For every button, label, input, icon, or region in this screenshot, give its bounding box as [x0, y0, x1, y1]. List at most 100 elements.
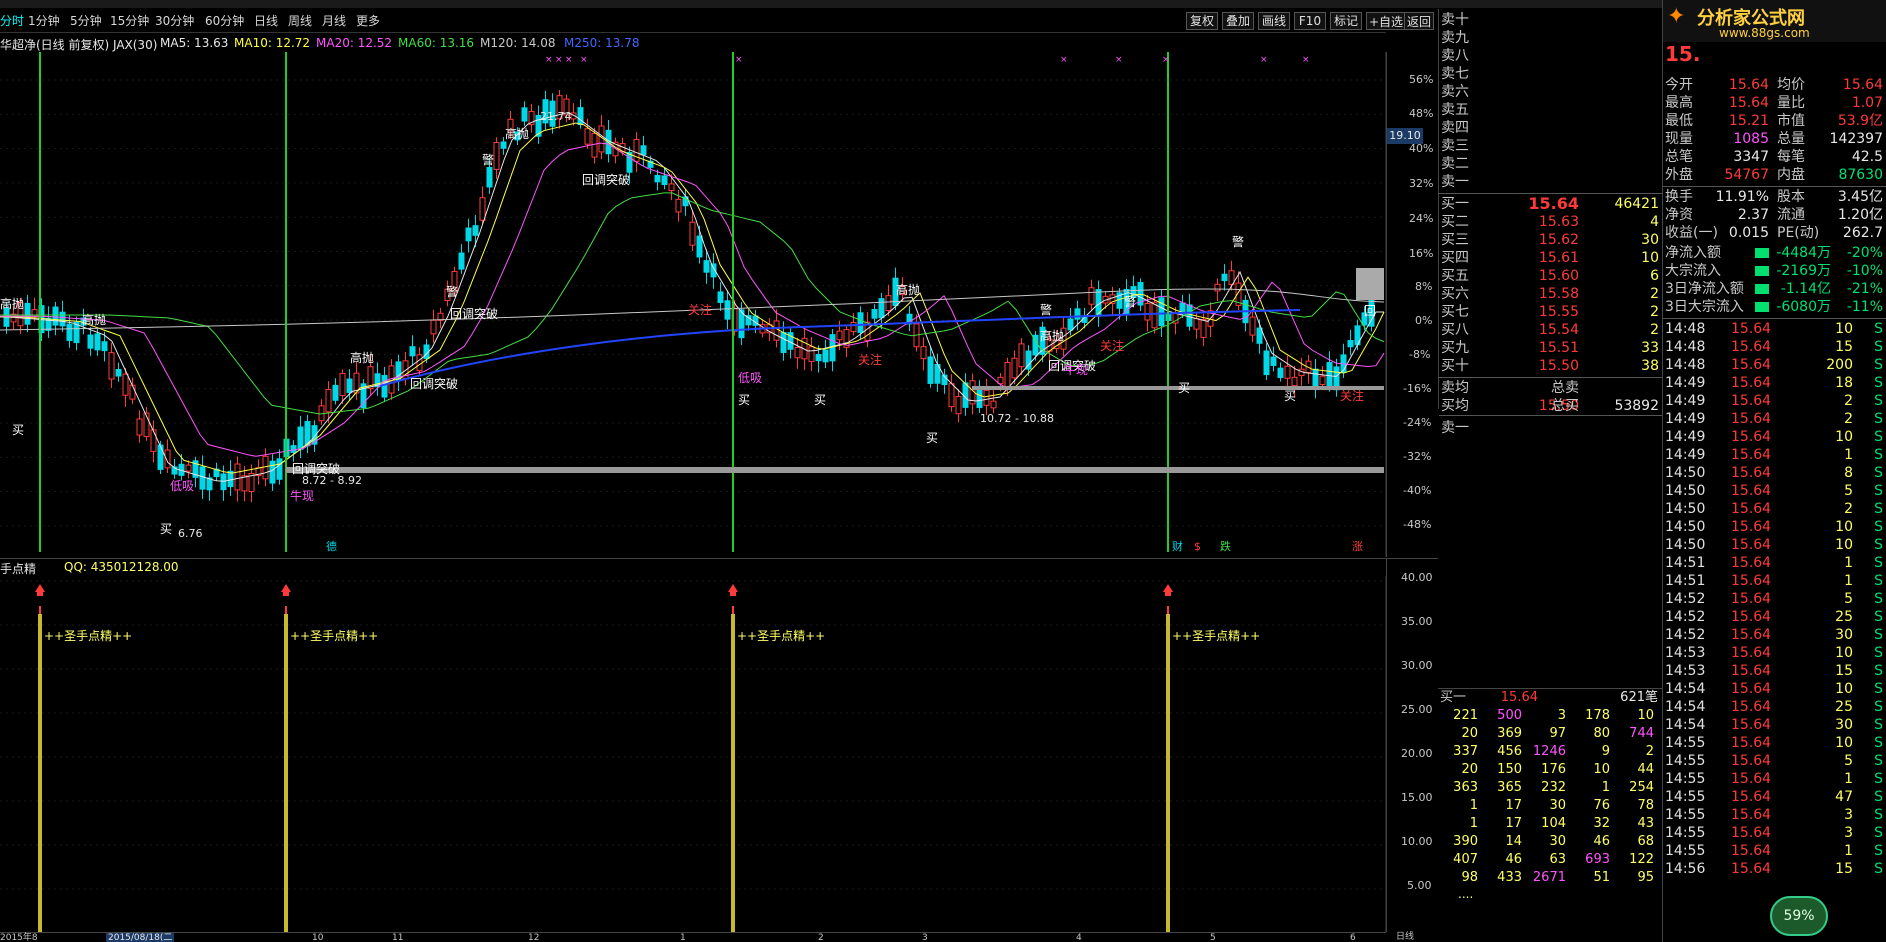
trade-cell: 2 [1645, 744, 1654, 759]
tick-time: 14:55 [1665, 825, 1706, 841]
signal-bar [284, 614, 288, 932]
tick-row: 14:49 15.64 18 S [1663, 374, 1886, 392]
axis-label: 15.00 [1401, 791, 1433, 804]
tick-side: S [1874, 717, 1883, 733]
tick-time: 14:52 [1665, 609, 1706, 625]
bid-row[interactable]: 买九 15.51 33 [1439, 339, 1663, 357]
stat-value2: 1.20亿 [1837, 207, 1883, 223]
restore-rights-button[interactable]: 复权 [1186, 12, 1218, 30]
candle-body [1291, 376, 1298, 387]
tab-1min[interactable]: 1分钟 [28, 12, 60, 30]
axis-label: -8% [1409, 348, 1431, 361]
ask-row[interactable]: 卖七 [1439, 65, 1663, 83]
trade-cell: 744 [1629, 726, 1654, 741]
bid-row[interactable]: 买十 15.50 38 [1439, 357, 1663, 375]
tab-30min[interactable]: 30分钟 [155, 12, 194, 30]
bid-row[interactable]: 买八 15.54 2 [1439, 321, 1663, 339]
tab-60min[interactable]: 60分钟 [205, 12, 244, 30]
stat-value2: 262.7 [1842, 225, 1883, 241]
ma60-label: MA60: 13.16 [398, 36, 475, 50]
flow-bar [1755, 302, 1769, 312]
candle-body [724, 300, 731, 320]
percent-badge[interactable]: 59% [1770, 896, 1828, 936]
event-mark: 德 [326, 539, 337, 553]
bid-row[interactable]: 买二 15.63 4 [1439, 213, 1663, 231]
ask-row[interactable]: 卖四 [1439, 119, 1663, 137]
ask-row[interactable]: 卖三 [1439, 137, 1663, 155]
bid-row[interactable]: 买六 15.58 2 [1439, 285, 1663, 303]
kline-chart[interactable]: 高抛高抛高抛高抛高抛高抛回调突破回调突破回调突破回调突破回调突破买买买 买买买买低… [0, 52, 1386, 557]
tick-side: S [1874, 681, 1883, 697]
candle-body [1004, 362, 1011, 390]
ask-row[interactable]: 卖五 [1439, 101, 1663, 119]
bid-volume: 6 [1650, 268, 1659, 284]
candle-body [1088, 287, 1095, 305]
tick-time: 14:51 [1665, 555, 1706, 571]
tick-time: 14:50 [1665, 537, 1706, 553]
bid-row[interactable]: 买三 15.62 30 [1439, 231, 1663, 249]
trade-cell: 43 [1637, 816, 1654, 831]
signal-label: 高抛 [896, 282, 920, 297]
add-watchlist-button[interactable]: +自选 [1366, 12, 1407, 30]
ask-row[interactable]: 卖一 [1439, 173, 1663, 191]
bid-row[interactable]: 买七 15.55 2 [1439, 303, 1663, 321]
tab-weekly[interactable]: 周线 [288, 12, 312, 30]
tick-volume: 3 [1844, 825, 1853, 841]
flow-row: 净流入额 -4484万 -20% [1663, 244, 1886, 262]
bid-row[interactable]: 买一 15.64 46421 [1439, 195, 1663, 213]
tick-volume: 47 [1835, 789, 1853, 805]
tick-price: 15.64 [1731, 861, 1772, 877]
top-marker: × [1115, 55, 1123, 65]
f10-button[interactable]: F10 [1294, 12, 1326, 30]
tab-5min[interactable]: 5分钟 [70, 12, 102, 30]
candle-body [1270, 356, 1277, 366]
tick-row: 14:50 15.64 10 S [1663, 518, 1886, 536]
signal-label: 高抛 [82, 312, 106, 327]
tab-more[interactable]: 更多 [356, 12, 380, 30]
candle-body [59, 311, 66, 327]
up-arrow-icon [1165, 592, 1171, 596]
ask-row[interactable]: 卖十 [1439, 11, 1663, 29]
tab-monthly[interactable]: 月线 [322, 12, 346, 30]
candle-body [1144, 303, 1151, 321]
ask-row[interactable]: 卖八 [1439, 47, 1663, 65]
draw-line-button[interactable]: 画线 [1258, 12, 1290, 30]
trade-cell: 10 [1637, 708, 1654, 723]
tick-side: S [1874, 429, 1883, 445]
tick-side: S [1874, 753, 1883, 769]
tab-fenshi[interactable]: 分时 [0, 12, 24, 30]
signal-chart[interactable]: ++圣手点精++ ++圣手点精++ ++圣手点精++ ++圣手点精++ [0, 576, 1386, 932]
overlay-button[interactable]: 叠加 [1222, 12, 1254, 30]
ask-row[interactable]: 卖九 [1439, 29, 1663, 47]
signal-label: 牛现 [1064, 362, 1088, 377]
candle-body [150, 429, 157, 452]
flow-pct: -10% [1846, 263, 1883, 279]
candle-body [1284, 365, 1291, 379]
tick-volume: 10 [1835, 735, 1853, 751]
tab-15min[interactable]: 15分钟 [110, 12, 149, 30]
flow-pct: -20% [1846, 245, 1883, 261]
mark-button[interactable]: 标记 [1330, 12, 1362, 30]
ask-row[interactable]: 卖六 [1439, 83, 1663, 101]
stat-label2: 总量 [1777, 131, 1805, 147]
bid-volume: 10 [1641, 250, 1659, 266]
stat-value2: 87630 [1838, 167, 1883, 183]
bid-label: 买四 [1441, 250, 1469, 266]
up-arrow-icon [35, 584, 45, 592]
trade-cell: 254 [1629, 780, 1654, 795]
tick-row: 14:49 15.64 10 S [1663, 428, 1886, 446]
stat-row: 最高 15.64 量比 1.07 [1663, 94, 1886, 112]
tick-row: 14:51 15.64 1 S [1663, 554, 1886, 572]
signal-label: 回调突破 [582, 172, 630, 187]
candle-body [1074, 308, 1081, 320]
signal-label: 关注 [688, 302, 712, 317]
bid-row[interactable]: 买四 15.61 10 [1439, 249, 1663, 267]
back-button[interactable]: 返回 [1404, 12, 1435, 30]
candle-body [325, 389, 332, 413]
ask-row[interactable]: 卖二 [1439, 155, 1663, 173]
trade-cell: 32 [1593, 816, 1610, 831]
bid-row[interactable]: 买五 15.60 6 [1439, 267, 1663, 285]
tab-daily[interactable]: 日线 [254, 12, 278, 30]
current-price-tag: 19.10 [1387, 128, 1423, 144]
logo: ✦ 分析家公式网 www.88gs.com [1663, 0, 1886, 42]
